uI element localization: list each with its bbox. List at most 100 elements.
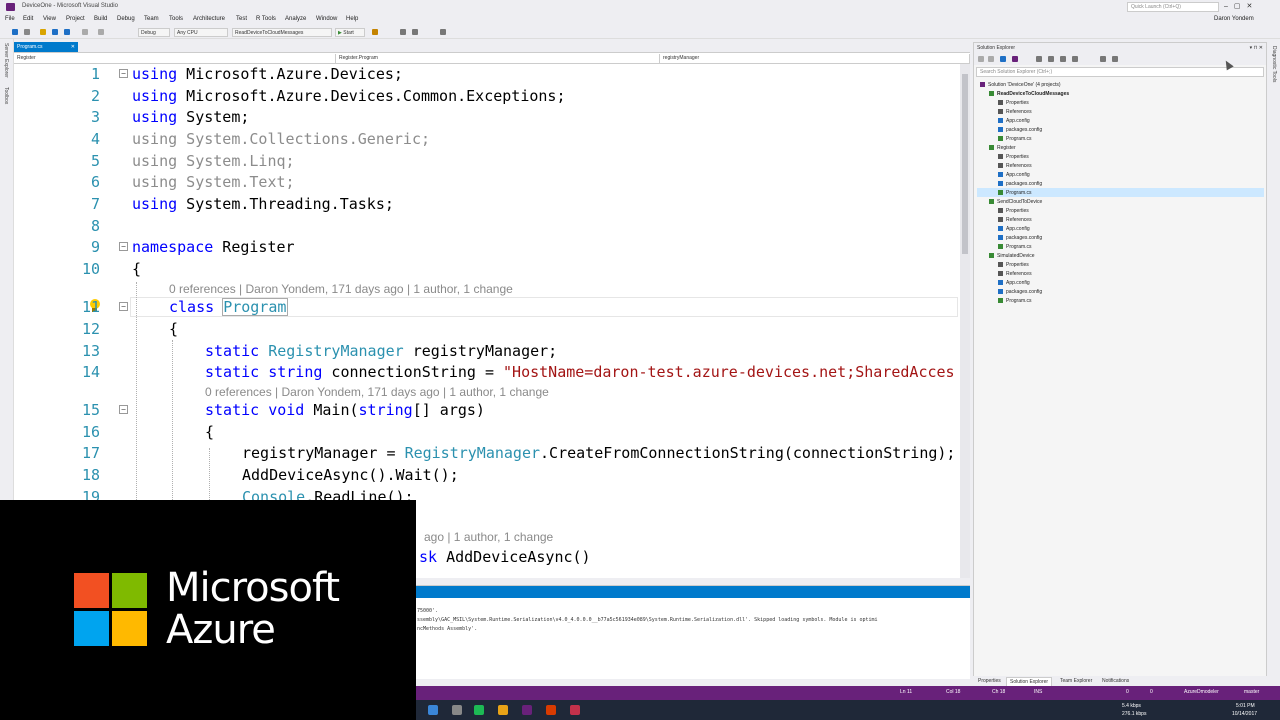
tree-item[interactable]: Properties: [998, 99, 1029, 108]
collapse-namespace-toggle[interactable]: −: [119, 242, 128, 251]
quick-launch-input[interactable]: Quick Launch (Ctrl+Q): [1127, 2, 1219, 12]
spotify-icon[interactable]: [474, 705, 484, 715]
tree-item[interactable]: App.config: [998, 279, 1030, 288]
tree-item[interactable]: Program.cs: [998, 243, 1032, 252]
menu-project[interactable]: Project: [66, 16, 85, 22]
file-explorer-icon[interactable]: [498, 705, 508, 715]
codelens-main[interactable]: 0 references | Daron Yondem, 171 days ag…: [205, 385, 549, 399]
solution-explorer-search[interactable]: Search Solution Explorer (Ctrl+;): [976, 67, 1264, 77]
refresh-icon[interactable]: [1048, 56, 1054, 62]
status-branch[interactable]: master: [1244, 689, 1259, 695]
clock-time[interactable]: 5:01 PM: [1236, 703, 1255, 709]
window-controls[interactable]: –▢✕: [1224, 2, 1258, 10]
pin-icon[interactable]: ▾ ⊓ ✕: [1250, 45, 1263, 51]
tree-item[interactable]: App.config: [998, 225, 1030, 234]
uncomment-icon[interactable]: [412, 29, 418, 35]
tree-item[interactable]: ReadDeviceToCloudMessages: [989, 90, 1069, 99]
start-button[interactable]: ▶ Start: [335, 28, 365, 37]
tree-item[interactable]: Properties: [998, 153, 1029, 162]
status-up-count[interactable]: 0: [1126, 689, 1129, 695]
powerpoint-icon[interactable]: [546, 705, 556, 715]
redo-icon[interactable]: [98, 29, 104, 35]
tree-item[interactable]: SimulatedDevice: [989, 252, 1035, 261]
tree-item[interactable]: Program.cs: [998, 297, 1032, 306]
menu-window[interactable]: Window: [316, 16, 337, 22]
view-code-icon[interactable]: [1100, 56, 1106, 62]
tree-item[interactable]: Program.cs: [998, 135, 1032, 144]
startup-project-select[interactable]: ReadDeviceToCloudMessages: [232, 28, 332, 37]
tree-item[interactable]: References: [998, 216, 1032, 225]
app-icon[interactable]: [570, 705, 580, 715]
bookmark-icon[interactable]: [440, 29, 446, 35]
diagnostic-tools-tab[interactable]: Diagnostic Tools: [1271, 46, 1277, 82]
menu-edit[interactable]: Edit: [23, 16, 33, 22]
menu-r-tools[interactable]: R Tools: [256, 16, 276, 22]
open-folder-icon[interactable]: [40, 29, 46, 35]
tab-program-cs[interactable]: Program.cs ✕: [14, 42, 78, 52]
toolbox-tab[interactable]: Toolbox: [3, 87, 9, 104]
user-name[interactable]: Daron Yondem: [1214, 16, 1254, 22]
tree-item[interactable]: packages.config: [998, 234, 1042, 243]
tree-item[interactable]: Solution 'DeviceOne' (4 projects): [980, 81, 1061, 90]
menu-test[interactable]: Test: [236, 16, 247, 22]
tree-item[interactable]: References: [998, 270, 1032, 279]
collapse-all-icon[interactable]: [1060, 56, 1066, 62]
menu-analyze[interactable]: Analyze: [285, 16, 306, 22]
tree-item[interactable]: packages.config: [998, 180, 1042, 189]
server-explorer-tab[interactable]: Server Explorer: [3, 43, 9, 78]
scrollbar-thumb[interactable]: [962, 74, 968, 254]
project-dropdown[interactable]: Register: [14, 54, 336, 63]
menu-tools[interactable]: Tools: [169, 16, 183, 22]
properties-icon[interactable]: [1112, 56, 1118, 62]
tree-item[interactable]: App.config: [998, 171, 1030, 180]
tab-team-explorer[interactable]: Team Explorer: [1057, 677, 1095, 685]
start-icon[interactable]: [428, 705, 438, 715]
save-all-icon[interactable]: [64, 29, 70, 35]
tab-properties[interactable]: Properties: [975, 677, 1004, 685]
codelens-add-device[interactable]: ago | 1 author, 1 change: [424, 530, 553, 544]
collapse-using-toggle[interactable]: −: [119, 69, 128, 78]
back-icon[interactable]: [12, 29, 18, 35]
collapse-main-toggle[interactable]: −: [119, 405, 128, 414]
menu-help[interactable]: Help: [346, 16, 358, 22]
platform-select[interactable]: Any CPU: [174, 28, 228, 37]
back-icon[interactable]: [978, 56, 984, 62]
member-dropdown[interactable]: registryManager: [660, 54, 970, 63]
tree-item[interactable]: packages.config: [998, 288, 1042, 297]
menu-build[interactable]: Build: [94, 16, 107, 22]
close-icon[interactable]: ✕: [71, 44, 75, 50]
tree-item[interactable]: App.config: [998, 117, 1030, 126]
tree-item[interactable]: Properties: [998, 207, 1029, 216]
tree-item[interactable]: packages.config: [998, 126, 1042, 135]
undo-icon[interactable]: [82, 29, 88, 35]
show-all-icon[interactable]: [1072, 56, 1078, 62]
comment-icon[interactable]: [400, 29, 406, 35]
visual-studio-icon[interactable]: [522, 705, 532, 715]
codelens-class[interactable]: 0 references | Daron Yondem, 171 days ag…: [169, 282, 513, 296]
tree-item[interactable]: Program.cs: [998, 189, 1032, 198]
status-repo[interactable]: AzureDmodeler: [1184, 689, 1219, 695]
forward-icon[interactable]: [24, 29, 30, 35]
menu-view[interactable]: View: [43, 16, 56, 22]
vs-icon[interactable]: [1012, 56, 1018, 62]
task-view-icon[interactable]: [452, 705, 462, 715]
menu-architecture[interactable]: Architecture: [193, 16, 225, 22]
clock-date[interactable]: 10/14/2017: [1232, 711, 1257, 717]
solution-config-select[interactable]: Debug: [138, 28, 170, 37]
menu-file[interactable]: File: [5, 16, 15, 22]
editor-vertical-scrollbar[interactable]: [960, 64, 970, 578]
tab-notifications[interactable]: Notifications: [1099, 677, 1132, 685]
menu-team[interactable]: Team: [144, 16, 159, 22]
menu-debug[interactable]: Debug: [117, 16, 135, 22]
home-icon[interactable]: [1000, 56, 1006, 62]
sync-icon[interactable]: [1036, 56, 1042, 62]
tree-item[interactable]: References: [998, 162, 1032, 171]
class-dropdown[interactable]: Register.Program: [336, 54, 660, 63]
tree-item[interactable]: Register: [989, 144, 1016, 153]
collapse-class-toggle[interactable]: −: [119, 302, 128, 311]
save-icon[interactable]: [52, 29, 58, 35]
forward-icon[interactable]: [988, 56, 994, 62]
tree-item[interactable]: SendCloudToDevice: [989, 198, 1042, 207]
tree-item[interactable]: References: [998, 108, 1032, 117]
find-icon[interactable]: [372, 29, 378, 35]
